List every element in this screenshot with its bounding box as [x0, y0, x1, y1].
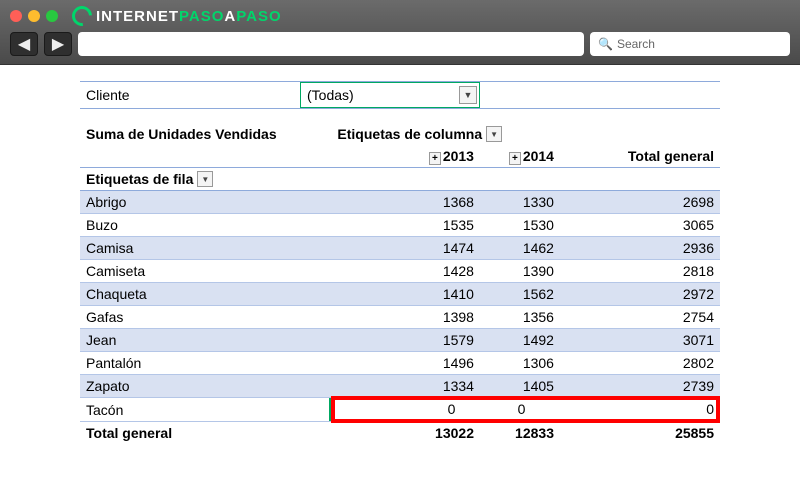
value-field-label: Suma de Unidades Vendidas	[80, 123, 331, 145]
grand-y2: 12833	[480, 422, 560, 445]
brand-part1: INTERNET	[96, 8, 179, 25]
cell: 1405	[480, 375, 560, 398]
cell: 2972	[560, 283, 720, 306]
grand-y1: 13022	[331, 422, 480, 445]
grand-total: 25855	[560, 422, 720, 445]
cell: 1496	[331, 352, 480, 375]
col-2013: 2013	[443, 148, 474, 164]
filter-dropdown[interactable]: (Todas) ▼	[300, 82, 480, 108]
brand-part2: PASO	[179, 8, 224, 25]
cell: 1398	[331, 306, 480, 329]
cell: 1368	[331, 191, 480, 214]
expand-2014-icon[interactable]: +	[509, 152, 521, 165]
grand-total-row: Total general 13022 12833 25855	[80, 422, 720, 445]
cell: 3071	[560, 329, 720, 352]
cell: 1334	[331, 375, 480, 398]
search-placeholder: Search	[617, 37, 655, 51]
row-field-label: Etiquetas de fila	[86, 171, 193, 187]
cell[interactable]: 0	[461, 398, 531, 421]
site-logo: INTERNETPASOAPASO	[72, 6, 282, 26]
column-dropdown-icon[interactable]: ▼	[486, 126, 502, 142]
row-name: Jean	[80, 329, 331, 352]
active-cell-cursor	[329, 398, 333, 421]
filter-value: (Todas)	[307, 87, 354, 103]
window-close-dot[interactable]	[10, 10, 22, 22]
expand-2013-icon[interactable]: +	[429, 152, 441, 165]
filter-field-label: Cliente	[80, 83, 300, 107]
cell: 1330	[480, 191, 560, 214]
cell: 2818	[560, 260, 720, 283]
window-minimize-dot[interactable]	[28, 10, 40, 22]
nav-back-button[interactable]: ◀	[10, 32, 38, 56]
cell: 2802	[560, 352, 720, 375]
row-name: Zapato	[80, 375, 331, 398]
col-grand-total: Total general	[560, 145, 720, 168]
brand-part4: PASO	[236, 8, 281, 25]
row-name: Chaqueta	[80, 283, 331, 306]
cell: 2754	[560, 306, 720, 329]
search-box[interactable]: 🔍 Search	[590, 32, 790, 56]
cell: 1562	[480, 283, 560, 306]
row-name: Pantalón	[80, 352, 331, 375]
cell: 2936	[560, 237, 720, 260]
cell: 1390	[480, 260, 560, 283]
cell: 1474	[331, 237, 480, 260]
column-field-label: Etiquetas de columna	[337, 126, 482, 142]
cell: 1356	[480, 306, 560, 329]
highlighted-row: Tacón 0 0 0	[80, 398, 720, 422]
cell: 1428	[331, 260, 480, 283]
col-2014: 2014	[523, 148, 554, 164]
brand-part3: A	[224, 8, 236, 25]
cell: 2739	[560, 375, 720, 398]
cell: 1530	[480, 214, 560, 237]
cell: 3065	[560, 214, 720, 237]
url-bar[interactable]	[78, 32, 584, 56]
cell: 1579	[331, 329, 480, 352]
pivot-table: Suma de Unidades Vendidas Etiquetas de c…	[80, 123, 720, 444]
browser-chrome: INTERNETPASOAPASO ◀ ▶ 🔍 Search	[0, 0, 800, 65]
window-maximize-dot[interactable]	[46, 10, 58, 22]
cell: 1306	[480, 352, 560, 375]
row-name: Buzo	[80, 214, 331, 237]
cell[interactable]: 0	[531, 398, 720, 421]
grand-total-label: Total general	[80, 422, 331, 445]
nav-forward-button[interactable]: ▶	[44, 32, 72, 56]
chevron-down-icon[interactable]: ▼	[459, 86, 477, 104]
row-name: Tacón	[80, 398, 331, 422]
row-dropdown-icon[interactable]: ▼	[197, 171, 213, 187]
row-name: Abrigo	[80, 191, 331, 214]
cell: 1462	[480, 237, 560, 260]
pivot-table-area: Cliente (Todas) ▼ Suma de Unidades Vendi…	[0, 65, 800, 464]
logo-icon	[68, 2, 96, 30]
cell: 1535	[331, 214, 480, 237]
search-icon: 🔍	[598, 37, 613, 51]
cell: 2698	[560, 191, 720, 214]
report-filter-row: Cliente (Todas) ▼	[80, 81, 720, 109]
cell[interactable]: 0	[331, 398, 461, 421]
row-name: Gafas	[80, 306, 331, 329]
row-name: Camiseta	[80, 260, 331, 283]
cell: 1492	[480, 329, 560, 352]
row-name: Camisa	[80, 237, 331, 260]
cell: 1410	[331, 283, 480, 306]
